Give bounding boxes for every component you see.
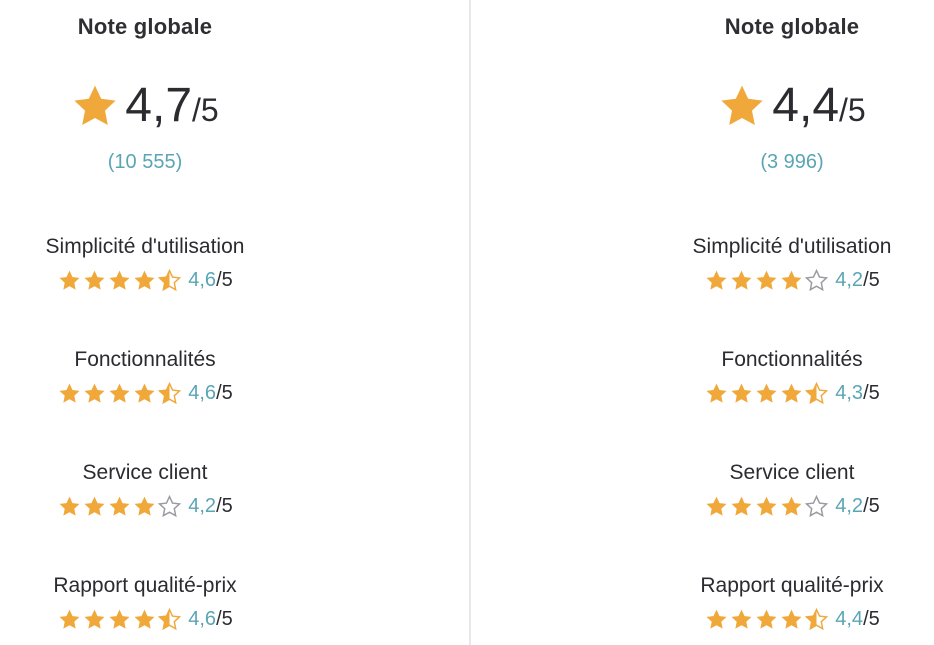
overall-score: 4,4: [772, 79, 840, 132]
criterion-max: /5: [216, 495, 233, 517]
overall-rating-title: Note globale: [77, 14, 213, 39]
criterion-score: 4,2: [835, 495, 864, 517]
star-full-icon: [706, 270, 727, 290]
star-full-icon: [109, 270, 130, 290]
star-full-icon: [84, 270, 105, 290]
star-rating: [57, 381, 182, 406]
star-full-icon: [756, 496, 777, 516]
overall-rating-title: Note globale: [724, 14, 860, 39]
criterion-customer-service: Service client 4,2 /5: [650, 460, 934, 519]
star-full-icon: [756, 383, 777, 403]
star-full-icon: [59, 270, 80, 290]
criterion-max: /5: [216, 608, 233, 630]
criterion-score: 4,4: [835, 608, 864, 630]
criterion-label: Rapport qualité-prix: [53, 574, 237, 597]
review-count[interactable]: (10 555): [0, 151, 290, 174]
criterion-label: Simplicité d'utilisation: [45, 235, 245, 258]
overall-score: 4,7: [125, 79, 193, 132]
star-full-icon: [706, 496, 727, 516]
criterion-max: /5: [863, 495, 880, 517]
column-divider: [469, 0, 471, 645]
criterion-label: Simplicité d'utilisation: [692, 235, 892, 258]
star-rating: [704, 381, 829, 406]
star-full-icon: [109, 383, 130, 403]
star-rating: [704, 494, 829, 519]
criterion-score: 4,6: [188, 608, 217, 630]
star-half-icon: [158, 268, 182, 291]
criterion-features: Fonctionnalités 4,6 /5: [0, 347, 290, 406]
star-full-icon: [59, 496, 80, 516]
star-half-icon: [158, 607, 182, 630]
rating-panel-left: Note globale 4,7 /5 (10 555) Simplicité …: [0, 0, 290, 645]
star-empty-icon: [805, 268, 829, 291]
criterion-customer-service: Service client 4,2 /5: [0, 460, 290, 519]
criterion-label: Fonctionnalités: [74, 348, 216, 371]
criterion-max: /5: [863, 269, 880, 291]
criterion-score: 4,6: [188, 382, 217, 404]
star-full-icon: [781, 609, 802, 629]
criterion-label: Fonctionnalités: [721, 348, 863, 371]
star-rating: [704, 607, 829, 632]
star-full-icon: [84, 383, 105, 403]
criterion-features: Fonctionnalités 4,3 /5: [650, 347, 934, 406]
star-full-icon: [706, 383, 727, 403]
star-rating: [57, 268, 182, 293]
criterion-value-for-money: Rapport qualité-prix 4,6 /5: [0, 573, 290, 632]
star-empty-icon: [805, 494, 829, 517]
star-full-icon: [781, 496, 802, 516]
star-full-icon: [59, 609, 80, 629]
star-half-icon: [805, 381, 829, 404]
star-full-icon: [731, 270, 752, 290]
star-full-icon: [84, 609, 105, 629]
star-rating: [57, 494, 182, 519]
criterion-score: 4,2: [835, 269, 864, 291]
criterion-max: /5: [216, 382, 233, 404]
criterion-label: Service client: [82, 461, 208, 484]
overall-rating: 4,7 /5: [0, 78, 290, 133]
star-full-icon: [731, 383, 752, 403]
star-full-icon: [109, 609, 130, 629]
criterion-ease-of-use: Simplicité d'utilisation 4,6 /5: [0, 234, 290, 293]
criterion-max: /5: [863, 382, 880, 404]
star-full-icon: [84, 496, 105, 516]
star-full-icon: [109, 496, 130, 516]
criterion-value-for-money: Rapport qualité-prix 4,4 /5: [650, 573, 934, 632]
star-full-icon: [781, 383, 802, 403]
overall-rating: 4,4 /5: [650, 78, 934, 133]
criterion-max: /5: [863, 608, 880, 630]
criterion-score: 4,3: [835, 382, 864, 404]
star-full-icon: [134, 496, 155, 516]
overall-max: /5: [839, 92, 866, 128]
star-rating: [704, 268, 829, 293]
rating-panel-right: Note globale 4,4 /5 (3 996) Simplicité d…: [650, 0, 934, 645]
overall-max: /5: [192, 92, 219, 128]
criterion-score: 4,6: [188, 269, 217, 291]
star-full-icon: [706, 609, 727, 629]
star-full-icon: [731, 609, 752, 629]
review-count[interactable]: (3 996): [650, 151, 934, 174]
star-full-icon: [781, 270, 802, 290]
star-full-icon: [731, 496, 752, 516]
star-full-icon: [756, 609, 777, 629]
criterion-score: 4,2: [188, 495, 217, 517]
star-full-icon: [756, 270, 777, 290]
star-rating: [57, 607, 182, 632]
star-full-icon: [134, 383, 155, 403]
criterion-max: /5: [216, 269, 233, 291]
star-half-icon: [805, 607, 829, 630]
star-empty-icon: [158, 494, 182, 517]
star-full-icon: [134, 270, 155, 290]
star-icon: [74, 85, 116, 125]
criterion-label: Rapport qualité-prix: [700, 574, 884, 597]
star-icon: [721, 85, 763, 125]
star-half-icon: [158, 381, 182, 404]
criterion-label: Service client: [729, 461, 855, 484]
criterion-ease-of-use: Simplicité d'utilisation 4,2 /5: [650, 234, 934, 293]
star-full-icon: [134, 609, 155, 629]
star-full-icon: [59, 383, 80, 403]
